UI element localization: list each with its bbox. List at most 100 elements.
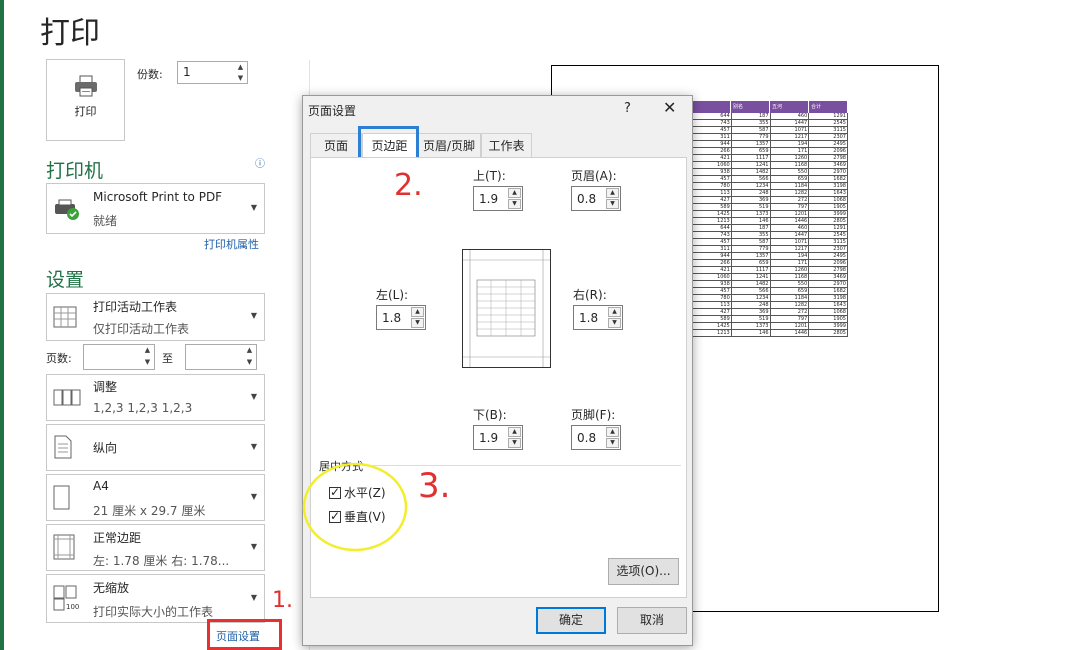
preview-row: 1060 1241 1168 3469 <box>693 274 848 281</box>
pages-from-spinner[interactable]: ▲ ▼ <box>83 344 155 370</box>
collate-dropdown[interactable]: 调整 1,2,3 1,2,3 1,2,3 ▼ <box>46 374 265 421</box>
printer-dropdown[interactable]: Microsoft Print to PDF 就绪 ▼ <box>46 183 265 234</box>
spin-down-arrow[interactable]: ▼ <box>608 318 621 328</box>
margins-desc: 左: 1.78 厘米 右: 1.78... <box>93 554 230 568</box>
settings-section-title: 设置 <box>46 269 85 291</box>
bottom-margin-label: 下(B): <box>473 408 507 422</box>
preview-cell: 355 <box>732 120 771 126</box>
yellow-highlight-ellipse <box>302 462 408 552</box>
preview-row: 743 355 1447 2545 <box>693 232 848 239</box>
spin-up-arrow[interactable]: ▲ <box>606 427 619 437</box>
preview-cell: 457 <box>693 176 732 182</box>
preview-cell: 187 <box>732 225 771 231</box>
copies-up-arrow[interactable]: ▲ <box>234 62 247 73</box>
spin-up-arrow[interactable]: ▲ <box>608 307 621 317</box>
preview-cell: 1643 <box>809 190 848 196</box>
annotation-2: 2. <box>394 168 423 203</box>
preview-row: 944 1357 194 2495 <box>693 141 848 148</box>
copies-spinner[interactable]: 1 ▲ ▼ <box>177 61 248 84</box>
chevron-down-icon: ▼ <box>250 202 257 212</box>
preview-row: 266 659 171 2096 <box>693 260 848 267</box>
preview-cell: 248 <box>732 302 771 308</box>
preview-cell: 743 <box>693 232 732 238</box>
collate-desc: 1,2,3 1,2,3 1,2,3 <box>93 401 193 415</box>
spin-down-arrow[interactable]: ▼ <box>606 438 619 448</box>
scaling-dropdown[interactable]: 100 无缩放 打印实际大小的工作表 ▼ <box>46 574 265 623</box>
preview-cell: 1234 <box>732 183 771 189</box>
preview-cell: 659 <box>771 288 810 294</box>
margins-icon <box>53 534 75 560</box>
preview-sheet: 别名 五河 合计 644 187 460 1291 743 355 1447 2545 457 587… <box>692 101 848 337</box>
margins-dropdown[interactable]: 正常边距 左: 1.78 厘米 右: 1.78... ▼ <box>46 524 265 571</box>
help-button[interactable]: ? <box>624 101 631 116</box>
options-button[interactable]: 选项(O)... <box>608 558 679 585</box>
footer-margin-input[interactable]: 0.8 ▲ ▼ <box>571 425 621 450</box>
scaling-title: 无缩放 <box>93 581 130 595</box>
preview-rows: 644 187 460 1291 743 355 1447 2545 457 587 1071 311… <box>692 113 848 337</box>
preview-cell: 171 <box>771 148 810 154</box>
spin-down-arrow[interactable]: ▼ <box>606 199 619 209</box>
copies-down-arrow[interactable]: ▼ <box>234 73 247 84</box>
tab-page[interactable]: 页面 <box>310 133 362 157</box>
orientation-dropdown[interactable]: 纵向 ▼ <box>46 424 265 471</box>
bottom-margin-input[interactable]: 1.9 ▲ ▼ <box>473 425 523 450</box>
preview-cell: 2545 <box>809 232 848 238</box>
preview-cell: 1482 <box>732 281 771 287</box>
spin-up-arrow[interactable]: ▲ <box>606 188 619 198</box>
right-margin-input[interactable]: 1.8 ▲ ▼ <box>573 305 623 330</box>
ok-button[interactable]: 确定 <box>536 607 606 634</box>
spin-up-arrow[interactable]: ▲ <box>508 188 521 198</box>
header-margin-input[interactable]: 0.8 ▲ ▼ <box>571 186 621 211</box>
footer-margin-value: 0.8 <box>577 431 597 445</box>
preview-row: 589 519 797 1905 <box>693 204 848 211</box>
info-icon[interactable]: ⓘ <box>255 155 265 170</box>
preview-row: 457 587 1071 3115 <box>693 127 848 134</box>
preview-cell: 589 <box>693 316 732 322</box>
print-button[interactable]: 打印 <box>46 59 125 141</box>
pages-from-up-arrow[interactable]: ▲ <box>141 345 154 357</box>
preview-cell: 272 <box>771 197 810 203</box>
left-margin-input[interactable]: 1.8 ▲ ▼ <box>376 305 426 330</box>
preview-row: 938 1482 550 2970 <box>693 281 848 288</box>
preview-cell: 1357 <box>732 141 771 147</box>
preview-cell: 1282 <box>771 302 810 308</box>
chevron-down-icon: ▼ <box>250 592 257 602</box>
pages-to-spinner[interactable]: ▲ ▼ <box>185 344 257 370</box>
tab-sheet[interactable]: 工作表 <box>481 133 532 157</box>
svg-text:100: 100 <box>66 603 79 611</box>
spin-up-arrow[interactable]: ▲ <box>508 427 521 437</box>
preview-row: 644 187 460 1291 <box>693 113 848 120</box>
pages-to-up-arrow[interactable]: ▲ <box>243 345 256 357</box>
preview-row: 1213 146 1446 2805 <box>693 330 848 337</box>
tab-header-footer[interactable]: 页眉/页脚 <box>417 133 481 157</box>
preview-cell: 1217 <box>771 246 810 252</box>
preview-cell: 146 <box>732 218 771 224</box>
spin-down-arrow[interactable]: ▼ <box>411 318 424 328</box>
dialog-title: 页面设置 <box>308 104 357 118</box>
preview-cell: 1234 <box>732 295 771 301</box>
top-margin-input[interactable]: 1.9 ▲ ▼ <box>473 186 523 211</box>
preview-header-cell: 合计 <box>809 101 848 113</box>
paper-size-dropdown[interactable]: A4 21 厘米 x 29.7 厘米 ▼ <box>46 474 265 521</box>
preview-cell: 1168 <box>771 274 810 280</box>
spin-up-arrow[interactable]: ▲ <box>411 307 424 317</box>
printer-properties-link[interactable]: 打印机属性 <box>204 236 259 252</box>
pages-to-down-arrow[interactable]: ▼ <box>243 357 256 369</box>
preview-cell: 1282 <box>771 190 810 196</box>
preview-cell: 779 <box>732 134 771 140</box>
preview-cell: 1060 <box>693 162 732 168</box>
preview-cell: 3198 <box>809 295 848 301</box>
close-icon[interactable]: ✕ <box>663 98 676 117</box>
preview-cell: 587 <box>732 127 771 133</box>
spin-down-arrow[interactable]: ▼ <box>508 438 521 448</box>
cancel-button[interactable]: 取消 <box>617 607 687 634</box>
preview-cell: 3999 <box>809 211 848 217</box>
preview-row: 743 355 1447 2545 <box>693 120 848 127</box>
print-what-dropdown[interactable]: 打印活动工作表 仅打印活动工作表 ▼ <box>46 293 265 341</box>
preview-cell: 1260 <box>771 155 810 161</box>
preview-cell: 3198 <box>809 183 848 189</box>
preview-cell: 2545 <box>809 120 848 126</box>
preview-cell: 427 <box>693 197 732 203</box>
spin-down-arrow[interactable]: ▼ <box>508 199 521 209</box>
pages-from-down-arrow[interactable]: ▼ <box>141 357 154 369</box>
